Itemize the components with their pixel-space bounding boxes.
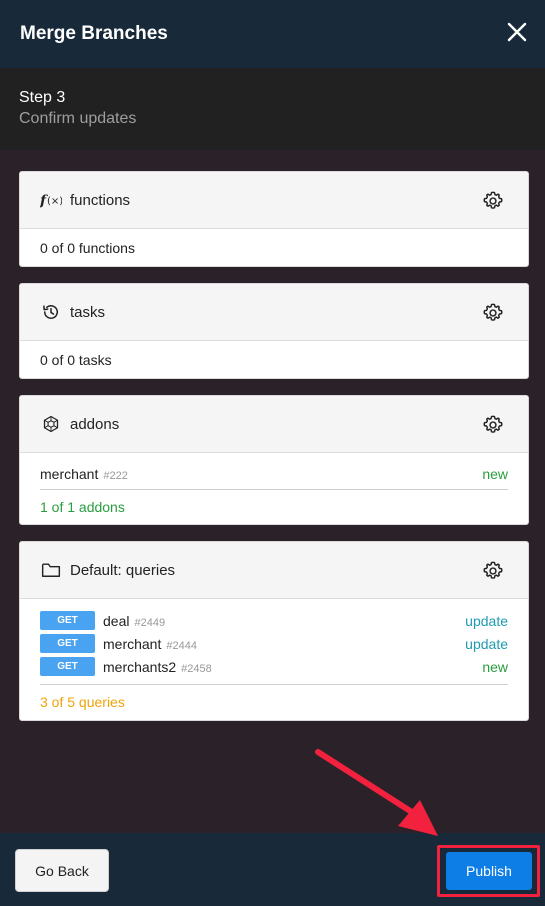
status-badge: update [465,635,508,652]
history-icon [40,301,62,323]
query-name: merchants2 [103,658,177,675]
folder-icon [40,559,62,581]
dialog-header: Merge Branches [0,0,545,68]
publish-button[interactable]: Publish [446,852,532,890]
step-number: Step 3 [19,89,66,106]
list-item: GET deal #2449 update [40,609,508,632]
query-id: #2444 [166,639,197,652]
status-badge: new [482,465,508,482]
status-badge: update [465,612,508,629]
go-back-button[interactable]: Go Back [15,849,109,892]
gear-icon[interactable] [482,560,504,582]
dialog-footer: Go Back Publish [0,833,545,906]
list-item: GET merchants2 #2458 new [40,655,508,678]
tasks-summary: 0 of 0 tasks [40,352,112,368]
tasks-label: tasks [70,303,106,321]
method-badge: GET [40,611,95,630]
functions-summary: 0 of 0 functions [40,240,135,256]
addon-icon [40,413,62,435]
functions-label: functions [70,191,131,209]
gear-icon[interactable] [482,414,504,436]
functions-card-header: f (×) functions [20,172,528,229]
method-badge: GET [40,657,95,676]
step-indicator: Step 3 Confirm updates [0,68,545,150]
addons-card-header: addons [20,396,528,453]
method-badge: GET [40,634,95,653]
merge-content: f (×) functions 0 of 0 functions tasks 0… [0,150,545,833]
queries-summary: 3 of 5 queries [40,694,125,710]
dialog-title: Merge Branches [20,23,168,44]
function-icon: f (×) [40,189,62,211]
status-badge: new [482,658,508,675]
list-item: GET merchant #2444 update [40,632,508,655]
svg-text:(×): (×) [47,196,62,207]
list-item: merchant #222 new [40,462,508,485]
addons-label: addons [70,415,120,433]
close-icon[interactable] [505,20,529,44]
step-subtitle: Confirm updates [19,110,137,127]
query-name: deal [103,612,130,629]
functions-card: f (×) functions 0 of 0 functions [19,171,529,267]
gear-icon[interactable] [482,302,504,324]
addons-summary: 1 of 1 addons [40,499,125,515]
query-name: merchant [103,635,162,652]
addon-name: merchant [40,465,99,482]
queries-card-header: Default: queries [20,542,528,599]
gear-icon[interactable] [482,190,504,212]
queries-card: Default: queries GET deal #2449 update G… [19,541,529,721]
addon-id: #222 [103,469,128,482]
addons-card: addons merchant #222 new 1 of 1 addons [19,395,529,525]
query-id: #2458 [181,662,212,675]
tasks-card: tasks 0 of 0 tasks [19,283,529,379]
tasks-card-header: tasks [20,284,528,341]
queries-label: Default: queries [70,561,176,579]
query-id: #2449 [134,616,166,629]
